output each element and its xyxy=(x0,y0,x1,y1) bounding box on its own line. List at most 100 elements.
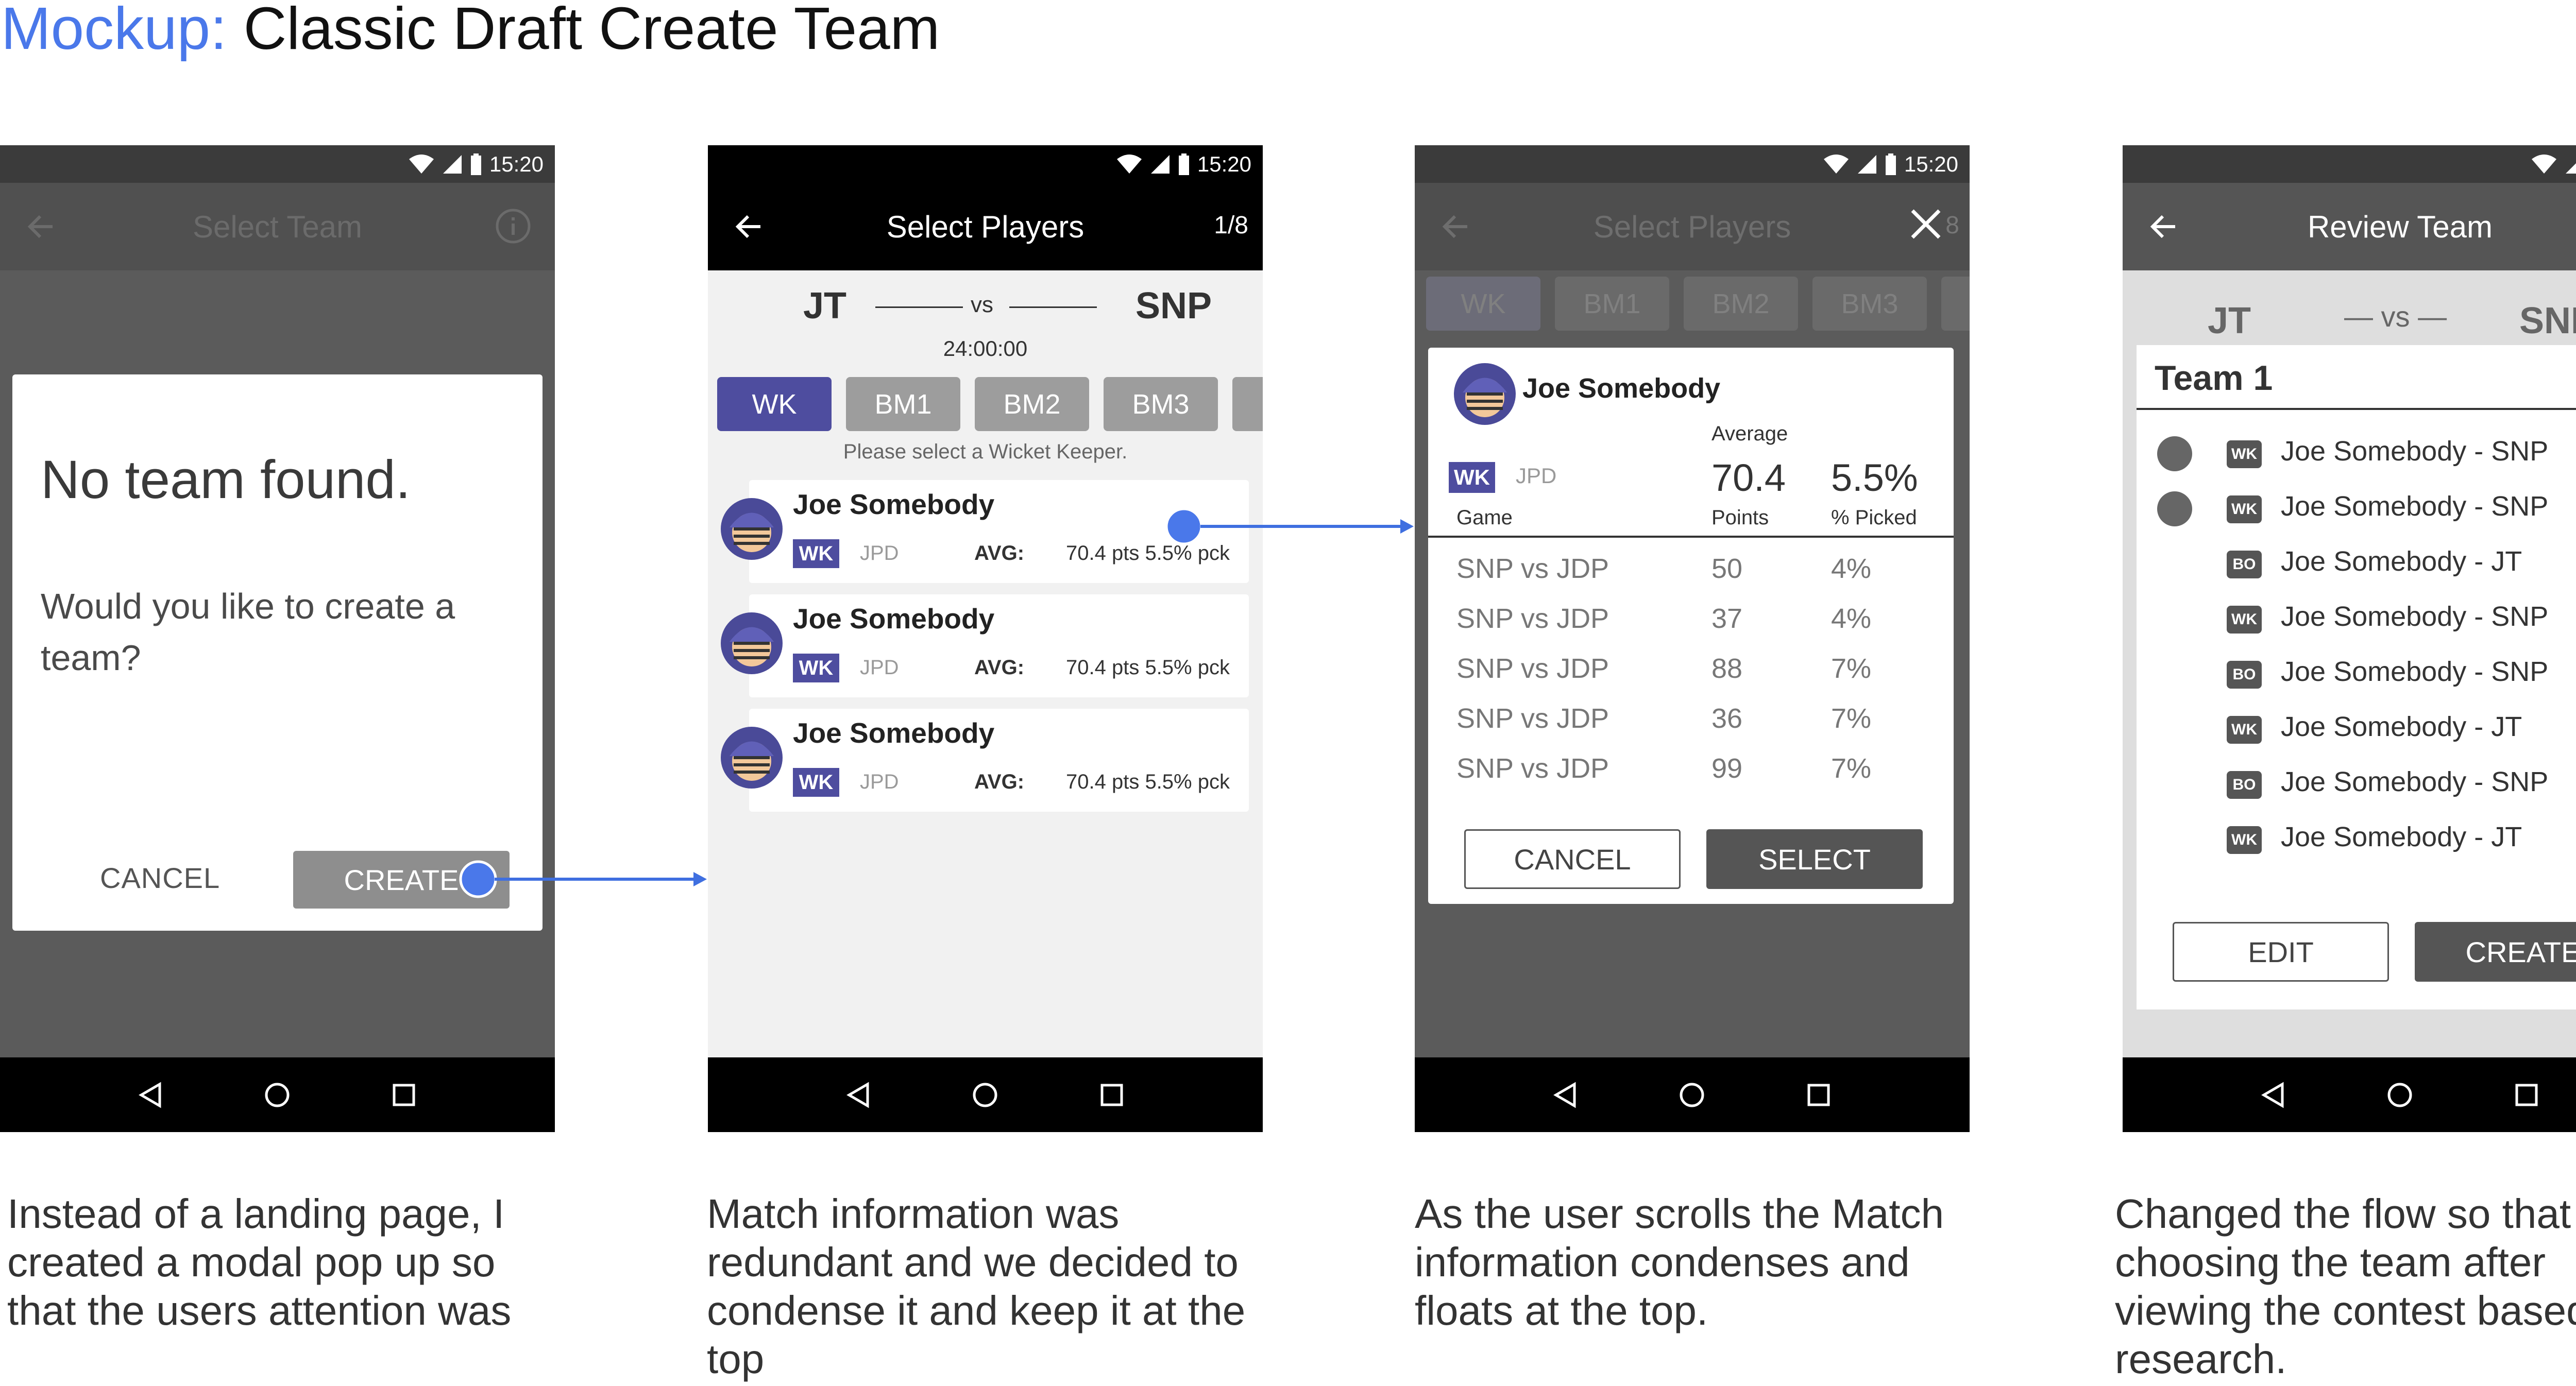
title-prefix: Mockup: xyxy=(1,0,227,62)
create-button[interactable]: CREATE xyxy=(293,851,510,909)
row-game: SNP vs JDP xyxy=(1456,753,1609,784)
row-points: 99 xyxy=(1711,753,1743,784)
recents-square-icon[interactable] xyxy=(1804,1080,1834,1110)
title-main: Classic Draft Create Team xyxy=(243,0,940,62)
tab-bm3[interactable]: BM3 xyxy=(1104,377,1218,431)
team-player-row[interactable]: WK Joe Somebody - JT xyxy=(2137,811,2576,862)
team-player-row[interactable]: BO Joe Somebody - JT xyxy=(2137,535,2576,587)
team-player-row[interactable]: BO Joe Somebody - SNP xyxy=(2137,645,2576,697)
player-name: Joe Somebody xyxy=(793,603,995,635)
tab-wk[interactable]: WK xyxy=(717,377,832,431)
back-triangle-icon[interactable] xyxy=(2259,1080,2289,1110)
back-arrow-icon[interactable] xyxy=(2148,211,2179,242)
team-name-divider xyxy=(2137,408,2576,410)
team-player-row[interactable]: WK Joe Somebody - JT xyxy=(2137,700,2576,752)
modal-body: Would you like to create a team? xyxy=(41,586,455,678)
player-card[interactable]: Joe Somebody WK JPD AVG: 70.4 pts 5.5% p… xyxy=(721,480,1249,583)
recents-square-icon[interactable] xyxy=(1097,1080,1127,1110)
history-row: SNP vs JDP 88 7% xyxy=(1456,653,1920,702)
tab-more[interactable] xyxy=(1941,277,1970,331)
back-arrow-icon[interactable] xyxy=(734,211,765,242)
home-circle-icon[interactable] xyxy=(2385,1080,2415,1110)
role-badge: WK xyxy=(793,539,839,568)
cancel-button-label: CANCEL xyxy=(1514,843,1631,876)
app-bar: Select Players 1/8 xyxy=(708,183,1263,270)
home-circle-icon[interactable] xyxy=(970,1080,1000,1110)
history-row: SNP vs JDP 37 4% xyxy=(1456,603,1920,652)
team-player-row[interactable]: WK Joe Somebody - SNP xyxy=(2137,425,2576,476)
match-timer: 24:00:00 xyxy=(943,336,1028,361)
team-player-row[interactable]: BO Joe Somebody - SNP xyxy=(2137,756,2576,807)
team-player-name: Joe Somebody - JT xyxy=(2281,711,2522,742)
tab-bm1[interactable]: BM1 xyxy=(1555,277,1669,331)
status-time: 15:20 xyxy=(1197,151,1251,176)
tab-bm2[interactable]: BM2 xyxy=(1684,277,1798,331)
nav-bar xyxy=(2123,1057,2576,1132)
player-card[interactable]: Joe Somebody WK JPD AVG: 70.4 pts 5.5% p… xyxy=(721,594,1249,697)
create-button-label: CREATE xyxy=(344,863,459,896)
recents-square-icon[interactable] xyxy=(2512,1080,2541,1110)
player-team: JPD xyxy=(860,771,899,793)
select-button-label: SELECT xyxy=(1758,843,1871,876)
home-circle-icon[interactable] xyxy=(1677,1080,1707,1110)
role-badge: WK xyxy=(2227,440,2262,468)
col-game-header: Game xyxy=(1456,506,1513,529)
recents-square-icon[interactable] xyxy=(389,1080,419,1110)
avg-label: AVG: xyxy=(974,542,1025,564)
avg-value: 70.4 pts 5.5% pck xyxy=(1066,656,1230,679)
modal-heading: No team found. xyxy=(41,450,411,510)
team-player-row[interactable]: WK Joe Somebody - SNP xyxy=(2137,480,2576,532)
row-game: SNP vs JDP xyxy=(1456,703,1609,734)
row-points: 37 xyxy=(1711,603,1743,634)
home-circle-icon[interactable] xyxy=(262,1080,292,1110)
pager: 8 xyxy=(1945,212,1959,239)
captain-dot-icon xyxy=(2157,436,2192,471)
player-avatar-icon xyxy=(721,727,783,789)
player-name: Joe Somebody xyxy=(793,488,995,520)
cancel-button[interactable]: CANCEL xyxy=(100,861,220,895)
tab-bm1[interactable]: BM1 xyxy=(846,377,960,431)
cellular-icon xyxy=(1857,155,1876,174)
match-info: JT vs SNP 24:00:00 xyxy=(708,270,1263,373)
team-left: JT xyxy=(2208,300,2251,341)
tab-wk[interactable]: WK xyxy=(1426,277,1540,331)
tab-more[interactable] xyxy=(1232,377,1263,431)
role-badge: WK xyxy=(1449,462,1495,493)
row-picked: 4% xyxy=(1831,603,1872,634)
edit-button[interactable]: EDIT xyxy=(2173,922,2389,982)
avg-value: 70.4 pts 5.5% pck xyxy=(1066,771,1230,793)
back-triangle-icon[interactable] xyxy=(1551,1080,1581,1110)
tab-bm2[interactable]: BM2 xyxy=(975,377,1089,431)
role-badge: WK xyxy=(793,768,839,797)
app-bar-title: Select Team xyxy=(192,209,363,244)
status-time: 15:20 xyxy=(1904,151,1958,176)
caption-screen-2: Match information was redundant and we d… xyxy=(707,1191,1246,1382)
close-icon[interactable] xyxy=(1905,203,1946,245)
team-name: Team 1 xyxy=(2155,358,2273,398)
role-badge: BO xyxy=(2227,661,2262,689)
phone-screen-player-detail: 15:20 Select Players 8 WK BM1 BM2 BM3 Jo… xyxy=(1415,145,1970,1132)
team-player-row[interactable]: WK Joe Somebody - SNP xyxy=(2137,590,2576,642)
vs-line-left xyxy=(875,306,963,308)
battery-icon xyxy=(1178,153,1189,175)
player-avatar-icon xyxy=(721,612,783,674)
select-button[interactable]: SELECT xyxy=(1706,829,1923,889)
row-game: SNP vs JDP xyxy=(1456,553,1609,584)
app-bar: Select Team xyxy=(0,183,555,270)
cellular-icon xyxy=(2565,163,2576,174)
avg-picked-value: 5.5% xyxy=(1831,456,1918,499)
team-player-name: Joe Somebody - SNP xyxy=(2281,656,2549,687)
create-button[interactable]: CREATE xyxy=(2415,922,2576,982)
app-bar-title: Select Players xyxy=(886,209,1084,244)
back-arrow-icon[interactable] xyxy=(1440,211,1471,242)
player-card[interactable]: Joe Somebody WK JPD AVG: 70.4 pts 5.5% p… xyxy=(721,709,1249,812)
back-arrow-icon[interactable] xyxy=(26,211,57,242)
tab-bm3[interactable]: BM3 xyxy=(1812,277,1927,331)
col-points-header: Points xyxy=(1711,506,1769,529)
role-badge: BO xyxy=(2227,551,2262,578)
back-triangle-icon[interactable] xyxy=(844,1080,874,1110)
back-triangle-icon[interactable] xyxy=(136,1080,166,1110)
info-icon[interactable] xyxy=(495,208,532,245)
cancel-button[interactable]: CANCEL xyxy=(1464,829,1681,889)
status-time: 15:20 xyxy=(489,151,544,176)
